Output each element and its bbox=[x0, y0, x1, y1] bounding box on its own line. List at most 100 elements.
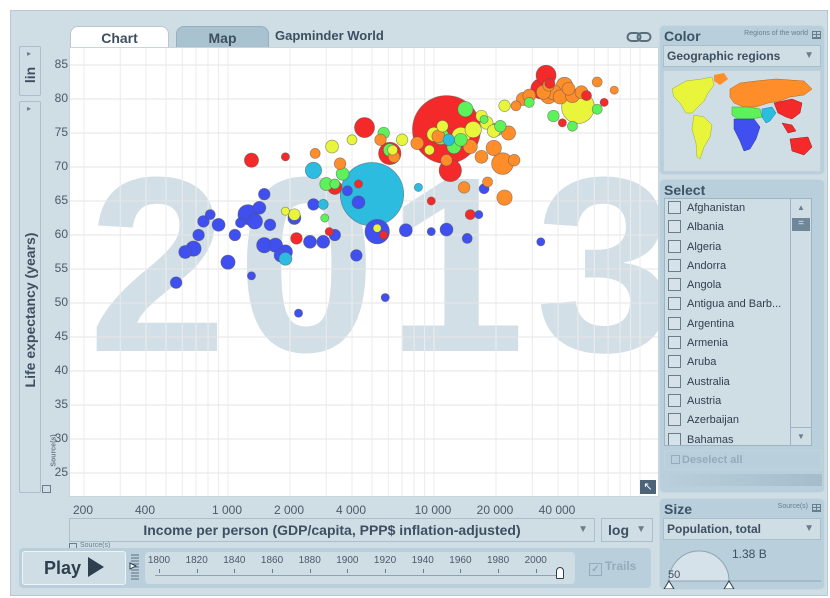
checkbox-icon[interactable] bbox=[668, 220, 681, 234]
bubble-europe-central-asia[interactable] bbox=[508, 154, 521, 167]
bubble-sub-saharan-africa[interactable] bbox=[246, 213, 263, 230]
bubble-america[interactable] bbox=[288, 208, 301, 221]
bubble-sub-saharan-africa[interactable] bbox=[252, 200, 267, 215]
bubble-sub-saharan-africa[interactable] bbox=[235, 217, 246, 229]
bubble-europe-central-asia[interactable] bbox=[410, 136, 425, 151]
trails-checkbox[interactable]: ✓ Trails bbox=[589, 559, 636, 576]
bubble-middle-east-north-africa[interactable] bbox=[457, 101, 474, 118]
bubble-sub-saharan-africa[interactable] bbox=[342, 185, 353, 197]
y-indicator-select[interactable]: ▸ Life expectancy (years) Source(s) bbox=[19, 101, 58, 493]
bubble-east-asia-pacific[interactable] bbox=[599, 97, 609, 107]
bubble-europe-central-asia[interactable] bbox=[591, 76, 603, 88]
bubble-east-asia-pacific[interactable] bbox=[464, 209, 476, 220]
play-button[interactable]: Play bbox=[22, 551, 126, 585]
bubble-sub-saharan-africa[interactable] bbox=[294, 308, 303, 318]
bubble-sub-saharan-africa[interactable] bbox=[228, 228, 242, 242]
checkbox-icon[interactable] bbox=[668, 336, 681, 350]
bubble-east-asia-pacific[interactable] bbox=[354, 179, 363, 189]
bubble-europe-central-asia[interactable] bbox=[485, 139, 502, 156]
bubble-america[interactable] bbox=[464, 121, 482, 139]
bubble-south-asia[interactable] bbox=[413, 182, 423, 192]
bubble-sub-saharan-africa[interactable] bbox=[169, 276, 183, 289]
bubble-east-asia-pacific[interactable] bbox=[557, 118, 567, 128]
bubble-middle-east-north-africa[interactable] bbox=[320, 213, 330, 223]
bubble-sub-saharan-africa[interactable] bbox=[351, 195, 366, 210]
bubble-sub-saharan-africa[interactable] bbox=[204, 209, 216, 220]
bubble-sub-saharan-africa[interactable] bbox=[316, 234, 331, 249]
bubble-south-asia[interactable] bbox=[304, 161, 323, 179]
bubble-middle-east-north-africa[interactable] bbox=[591, 103, 603, 115]
y-scale-toggle[interactable]: ▸ lin bbox=[19, 46, 41, 96]
size-source-link[interactable]: Source(s) bbox=[778, 503, 808, 510]
bubble-america[interactable] bbox=[325, 139, 339, 154]
bubble-america[interactable] bbox=[387, 144, 399, 156]
year-timeline-slider[interactable]: 1800 1820 1840 1860 1880 1900 1920 1940 1960 1980… bbox=[145, 552, 575, 584]
table-grid-icon[interactable] bbox=[812, 31, 821, 39]
checkbox-icon[interactable] bbox=[668, 393, 681, 407]
checkbox-icon[interactable] bbox=[668, 239, 681, 253]
bubble-east-asia-pacific[interactable] bbox=[324, 227, 334, 237]
bubble-middle-east-north-africa[interactable] bbox=[329, 178, 341, 190]
bubble-east-asia-pacific[interactable] bbox=[581, 90, 592, 101]
bubble-sub-saharan-africa[interactable] bbox=[461, 233, 473, 244]
checkbox-icon[interactable] bbox=[668, 413, 681, 427]
table-grid-icon[interactable] bbox=[42, 485, 51, 493]
x-indicator-select[interactable]: Income per person (GDP/capita, PPP$ infl… bbox=[69, 518, 595, 542]
bubble-east-asia-pacific[interactable] bbox=[354, 117, 375, 138]
speed-slider[interactable] bbox=[129, 553, 141, 583]
country-list-scrollbar[interactable]: ▲ = ▼ bbox=[790, 198, 812, 446]
bubble-sub-saharan-africa[interactable] bbox=[399, 223, 413, 238]
tab-chart[interactable]: Chart bbox=[70, 26, 169, 48]
bubble-sub-saharan-africa[interactable] bbox=[303, 234, 317, 249]
bubble-sub-saharan-africa[interactable] bbox=[380, 293, 390, 303]
checkbox-icon[interactable] bbox=[668, 297, 681, 311]
size-indicator-select[interactable]: Population, total ▼ bbox=[663, 518, 821, 540]
checkbox-icon[interactable] bbox=[668, 278, 681, 292]
region-color-map[interactable] bbox=[663, 70, 821, 172]
bubble-america[interactable] bbox=[498, 99, 511, 112]
checkbox-icon[interactable] bbox=[668, 316, 681, 330]
bubble-america[interactable] bbox=[395, 133, 409, 146]
scroll-up-icon[interactable]: ▲ bbox=[791, 199, 811, 217]
bubble-sub-saharan-africa[interactable] bbox=[258, 188, 271, 201]
bubble-east-asia-pacific[interactable] bbox=[544, 77, 556, 89]
color-indicator-select[interactable]: Geographic regions ▼ bbox=[663, 45, 821, 67]
bubble-america[interactable] bbox=[372, 223, 382, 233]
bubble-america[interactable] bbox=[280, 206, 290, 216]
bubble-sub-saharan-africa[interactable] bbox=[350, 249, 363, 262]
bubble-america[interactable] bbox=[436, 120, 449, 133]
table-grid-icon[interactable] bbox=[812, 504, 821, 512]
bubble-south-asia[interactable] bbox=[278, 251, 293, 266]
checkbox-icon[interactable] bbox=[668, 374, 681, 388]
bubble-chart[interactable] bbox=[70, 48, 659, 497]
deselect-all-button[interactable]: Deselect all bbox=[664, 450, 822, 470]
bubble-europe-central-asia[interactable] bbox=[561, 81, 576, 96]
bubble-sub-saharan-africa[interactable] bbox=[307, 198, 320, 211]
checkbox-icon[interactable] bbox=[668, 201, 681, 214]
bubble-europe-central-asia[interactable] bbox=[510, 100, 522, 112]
chart-plot-area[interactable]: 2013 ↖ bbox=[69, 47, 659, 497]
bubble-europe-central-asia[interactable] bbox=[309, 148, 321, 159]
bubble-south-asia[interactable] bbox=[317, 199, 329, 210]
bubble-south-asia[interactable] bbox=[442, 133, 455, 146]
bubble-america[interactable] bbox=[346, 134, 358, 146]
x-scale-select[interactable]: log ▼ bbox=[601, 518, 653, 542]
bubble-europe-central-asia[interactable] bbox=[457, 181, 471, 194]
bubble-europe-central-asia[interactable] bbox=[374, 133, 387, 146]
bubble-sub-saharan-africa[interactable] bbox=[263, 218, 277, 231]
bubble-sub-saharan-africa[interactable] bbox=[536, 237, 546, 247]
bubble-sub-saharan-africa[interactable] bbox=[211, 217, 226, 232]
bubble-sub-saharan-africa[interactable] bbox=[426, 227, 436, 237]
bubble-east-asia-pacific[interactable] bbox=[379, 230, 389, 240]
bubble-europe-central-asia[interactable] bbox=[496, 189, 513, 206]
opacity-slider[interactable] bbox=[664, 474, 822, 486]
bubble-america[interactable] bbox=[424, 144, 435, 156]
timeline-handle[interactable] bbox=[556, 567, 565, 579]
bubble-middle-east-north-africa[interactable] bbox=[494, 120, 507, 133]
bubble-middle-east-north-africa[interactable] bbox=[523, 97, 535, 108]
bubble-sub-saharan-africa[interactable] bbox=[178, 245, 193, 259]
link-chain-icon[interactable] bbox=[626, 30, 652, 44]
bubble-europe-central-asia[interactable] bbox=[474, 149, 489, 164]
bubble-east-asia-pacific[interactable] bbox=[290, 232, 303, 245]
checkbox-icon[interactable] bbox=[668, 432, 681, 445]
